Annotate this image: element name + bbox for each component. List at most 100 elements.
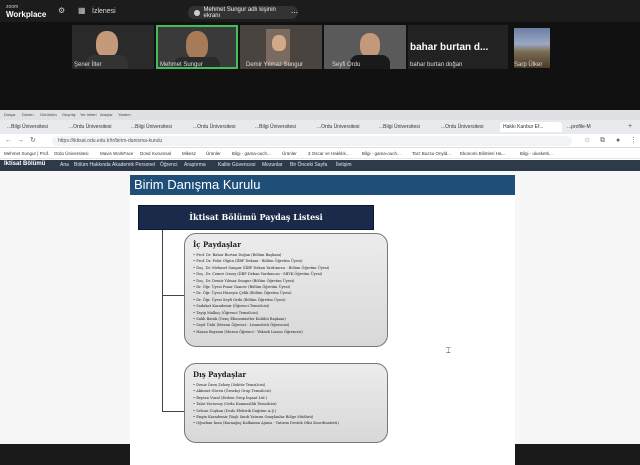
bookmark-star-icon[interactable]: ☆ [584,137,590,145]
connector-line [162,411,186,412]
view-label[interactable]: İzlenesi [92,8,116,15]
forward-icon[interactable]: → [17,137,24,145]
site-navigation: İktisat Bölümü Ana Bölüm Hakkında Akadem… [0,160,640,171]
bookmark-item[interactable]: Mikesz [182,151,196,156]
browser-tab[interactable]: ...Ordu Üniversitesi [314,122,374,132]
tab-label: ...Bilgi Üniversitesi [7,124,48,130]
tab-label: ...Ordu Üniversitesi [441,124,484,130]
bookmark-item[interactable]: Bilgi - ulusketlı... [520,151,553,156]
tab-label: ...Ordu Üniversitesi [193,124,236,130]
bookmark-item[interactable]: 3 Oscar ve Haklılık... [308,151,350,156]
tab-label: ...Bilgi Üniversitesi [131,124,172,130]
browser-tab[interactable]: ...Bilgi Üniversitesi [252,122,312,132]
bookmark-item[interactable]: Ürünler [282,151,297,156]
site-nav-item[interactable]: Mezunlar [262,162,283,168]
site-nav-item[interactable]: Kalite Güvencesi [218,162,256,168]
participant-name: bahar burtan doğan [410,62,463,68]
browser-tab[interactable]: ...profile-M [564,122,624,132]
browser-tab-active[interactable]: Hakkı Kanbur Ef... [500,122,562,132]
meeting-topbar: zoom Workplace ⚙ ▦ İzlenesi Mehmet Sungu… [0,0,640,22]
more-icon[interactable]: ⋯ [291,9,298,17]
internal-list: Prof. Dr. Bahar Burtan Doğan (Bölüm Başk… [193,252,387,335]
menu-item[interactable]: Görünüm [40,112,57,117]
bookmark-item[interactable]: Ürünler [206,151,221,156]
slide-image: Birim Danışma Kurulu İktisat Bölümü Payd… [130,175,515,465]
menu-item[interactable]: Yer imleri [80,112,97,117]
menu-item[interactable]: Düzen [22,112,34,117]
screen-share-notice[interactable]: Mehmet Sungur adlı kişinin ekranı ⋯ [188,6,298,19]
browser-window: Dosya Düzen Görünüm Geçmiş Yer imleri Ar… [0,110,640,465]
browser-tab[interactable]: ...Ordu Üniversitesi [190,122,250,132]
browser-tab[interactable]: ...Bilgi Üniversitesi [376,122,436,132]
menu-icon[interactable]: ⋮ [630,137,637,145]
site-nav-item[interactable]: Bölüm Hakkında [74,162,111,168]
list-item: Hasan Bayram (Mezun Öğrenci - Yüksek Lis… [193,329,387,335]
site-nav-item[interactable]: İletişim [336,162,352,168]
browser-tab[interactable]: ...Ordu Üniversitesi [438,122,498,132]
external-heading: Dış Paydaşlar [193,370,247,379]
tab-label: ...Ordu Üniversitesi [69,124,112,130]
internal-stakeholders-box: İç Paydaşlar Prof. Dr. Bahar Burtan Doğa… [184,233,388,347]
bookmark-item[interactable]: Ordu Üniversitesi [54,151,89,156]
participant-name: Sarp Ülker [514,62,543,68]
browser-menu-bar: Dosya Düzen Görünüm Geçmiş Yer imleri Ar… [0,110,640,120]
site-brand[interactable]: İktisat Bölümü [4,161,45,167]
bookmark-item[interactable]: Bilgi - gama-ouch... [232,151,271,156]
site-nav-item[interactable]: Araştırma [184,162,206,168]
menu-item[interactable]: Araçlar [100,112,113,117]
menu-item[interactable]: Yardım [118,112,131,117]
tab-label: Hakkı Kanbur Ef... [503,124,544,130]
site-nav-item[interactable]: Öğrenci [160,162,178,168]
tab-label: ...Bilgi Üniversitesi [379,124,420,130]
bookmark-item[interactable]: Dosd [140,151,151,156]
participant-name: Şener İlter [74,62,102,68]
grid-view-icon[interactable]: ▦ [78,7,86,15]
new-tab-icon[interactable]: + [628,123,632,131]
site-nav-item[interactable]: Bir Önceki Sayfa [290,162,327,168]
page-content: Birim Danışma Kurulu İktisat Bölümü Payd… [0,171,640,465]
internal-heading: İç Paydaşlar [193,240,241,249]
tab-label: ...profile-M [567,124,591,130]
bookmark-item[interactable]: Ekonomi Bilimleri Ha... [460,151,505,156]
connector-line [162,230,163,412]
bookmarks-bar: Mehmet Sungur | Prof. Ordu Üniversitesi … [0,148,640,159]
participant-name: Seyfi Ordu [332,62,361,68]
bookmark-item[interactable]: Mehmet Sungur | Prof. [4,151,49,156]
tab-label: ...Bilgi Üniversitesi [255,124,296,130]
share-indicator-icon [194,9,200,16]
participant-name: Demir Yılmaz Sungur [246,62,303,68]
bookmark-item[interactable]: Mavis WorkFace [100,151,133,156]
zoom-logo: zoom Workplace [6,4,46,19]
participant-big-name: bahar burtan d... [410,42,489,53]
address-bar-row: ← → ↻ https://iktisat.odu.edu.tr/tr/biri… [0,134,640,148]
browser-tab[interactable]: ...Ordu Üniversitesi [66,122,126,132]
mouse-cursor-icon: ⌶ [446,346,451,355]
logo-big-text: Workplace [6,10,47,19]
profile-icon[interactable]: ● [616,137,620,145]
url-field[interactable]: https://iktisat.odu.edu.tr/tr/birim-dani… [52,136,572,146]
bookmark-item[interactable]: Bilgi - gama-ouch... [362,151,401,156]
connector-line [162,295,186,296]
menu-item[interactable]: Geçmiş [62,112,76,117]
bookmark-item[interactable]: Kurumsal [152,151,171,156]
settings-icon[interactable]: ⚙ [58,7,66,15]
browser-tab[interactable]: ...Bilgi Üniversitesi [128,122,188,132]
slide-title: Birim Danışma Kurulu [130,175,515,195]
site-nav-item[interactable]: Ana [60,162,69,168]
bookmark-item[interactable]: Tarz Buzsu Onyld... [412,151,451,156]
extensions-icon[interactable]: ⧉ [600,137,605,145]
back-icon[interactable]: ← [5,137,12,145]
site-nav-item[interactable]: Akademik Personel [112,162,155,168]
external-list: Deniz Özen Zelzey (Sektör Temsilcisi) Ak… [193,382,387,427]
external-stakeholders-box: Dış Paydaşlar Deniz Özen Zelzey (Sektör … [184,363,388,443]
tab-label: ...Ordu Üniversitesi [317,124,360,130]
participant-strip: Şener İlter Mehmet Sungur Demir Yılmaz S… [0,22,640,110]
list-item: Oğuzhan İnan (Karaağaç Kalkınma Ajansı -… [193,420,387,426]
participant-name: Mehmet Sungur [160,62,203,68]
list-title: İktisat Bölümü Paydaş Listesi [138,205,374,230]
menu-item[interactable]: Dosya [4,112,15,117]
browser-tabs: ...Bilgi Üniversitesi ...Ordu Üniversite… [0,120,640,134]
browser-tab[interactable]: ...Bilgi Üniversitesi [4,122,64,132]
reload-icon[interactable]: ↻ [30,137,36,145]
share-notice-text: Mehmet Sungur adlı kişinin ekranı [203,6,276,19]
